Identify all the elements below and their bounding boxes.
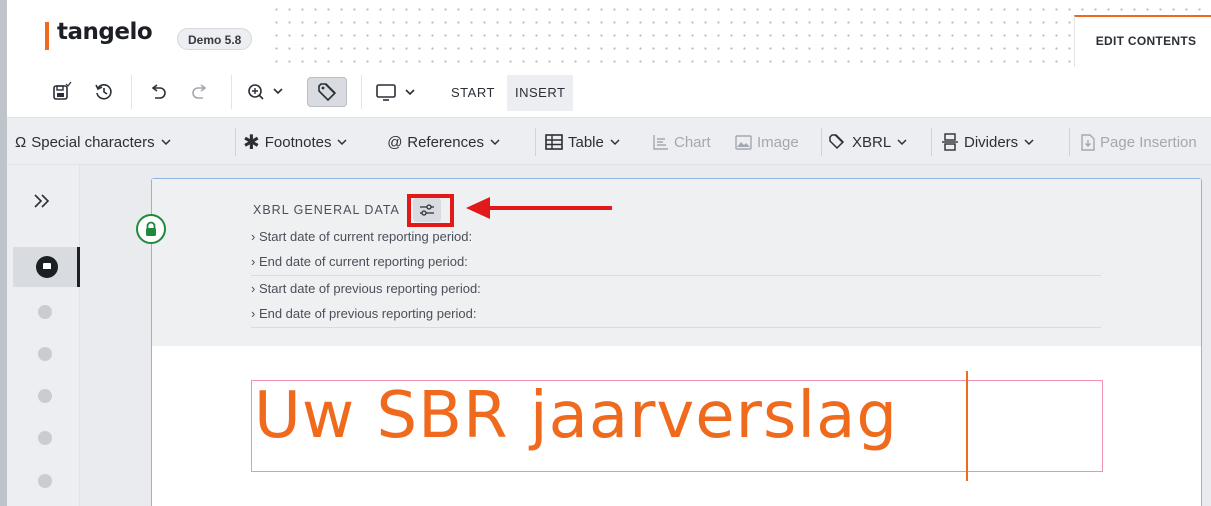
footnotes-button[interactable]: ✱ Footnotes xyxy=(243,118,348,166)
page-insertion-label: Page Insertion xyxy=(1100,133,1197,151)
table-icon xyxy=(545,134,563,150)
chart-label: Chart xyxy=(674,133,711,151)
chevron-down-icon xyxy=(490,139,500,146)
references-button[interactable]: @ References xyxy=(387,118,501,166)
app-header: tangelo Demo 5.8 EDIT CONTENTS xyxy=(7,0,1211,67)
chevron-down-icon xyxy=(161,139,171,146)
xbrl-button[interactable]: XBRL xyxy=(829,118,908,166)
page-insert-icon xyxy=(1081,133,1095,151)
toolbar-separator xyxy=(535,128,536,156)
version-badge: Demo 5.8 xyxy=(177,28,253,50)
page-nav-dot[interactable] xyxy=(38,305,52,319)
tab-insert[interactable]: INSERT xyxy=(507,75,574,111)
chevron-down-icon xyxy=(897,139,907,146)
insert-toolbar: Ω Special characters ✱ Footnotes @ Refer… xyxy=(7,117,1211,165)
divider-icon xyxy=(942,133,958,151)
link-icon: @ xyxy=(387,133,403,151)
dividers-button[interactable]: Dividers xyxy=(941,118,1035,166)
window-left-edge xyxy=(0,0,7,506)
xbrl-panel-title: XBRL GENERAL DATA xyxy=(253,203,400,217)
chart-icon xyxy=(653,135,668,150)
chart-button[interactable]: Chart xyxy=(653,118,711,166)
undo-icon[interactable] xyxy=(145,79,171,105)
monitor-icon[interactable] xyxy=(373,79,429,105)
page-navigator xyxy=(7,165,80,506)
history-icon[interactable] xyxy=(91,79,117,105)
field-previous-end[interactable]: › End date of previous reporting period: xyxy=(251,302,1101,328)
tag-icon xyxy=(829,134,845,150)
xbrl-general-data-panel: XBRL GENERAL DATA › Start date of curren… xyxy=(136,179,1201,346)
redo-icon[interactable] xyxy=(187,79,213,105)
toolbar-separator xyxy=(821,128,822,156)
dividers-label: Dividers xyxy=(964,133,1019,151)
special-characters-label: Special characters xyxy=(31,133,155,151)
document-title[interactable]: Uw SBR jaarverslag xyxy=(254,379,898,453)
asterisk-icon: ✱ xyxy=(243,131,260,154)
chevron-down-icon xyxy=(1024,139,1034,146)
field-current-start[interactable]: › Start date of current reporting period… xyxy=(251,225,1101,251)
toolbar-separator xyxy=(235,128,236,156)
page-nav-dot[interactable] xyxy=(38,474,52,488)
tab-start[interactable]: START xyxy=(443,75,503,111)
annotation-arrow xyxy=(466,197,612,219)
image-button[interactable]: Image xyxy=(735,118,799,166)
brand-logo-bar xyxy=(45,22,49,50)
toolbar-separator xyxy=(1069,128,1070,156)
toolbar-separator xyxy=(361,75,362,109)
chevron-down-icon xyxy=(610,139,620,146)
references-label: References xyxy=(407,133,484,151)
omega-icon: Ω xyxy=(15,133,27,151)
table-label: Table xyxy=(568,133,604,151)
document-page: XBRL GENERAL DATA › Start date of curren… xyxy=(136,178,1202,506)
page-nav-dot[interactable] xyxy=(38,347,52,361)
main-toolbar: START INSERT xyxy=(7,67,1211,117)
table-button[interactable]: Table xyxy=(545,118,621,166)
header-brand-area: tangelo Demo 5.8 xyxy=(7,0,267,67)
field-previous-start[interactable]: › Start date of previous reporting perio… xyxy=(251,277,1101,303)
toolbar-separator xyxy=(231,75,232,109)
page-nav-dot-active[interactable] xyxy=(36,256,58,278)
toolbar-separator xyxy=(931,128,932,156)
xbrl-label: XBRL xyxy=(852,133,892,151)
footnotes-label: Footnotes xyxy=(264,133,332,151)
image-icon xyxy=(735,134,752,150)
lock-icon[interactable] xyxy=(136,214,166,244)
brand-logo: tangelo xyxy=(57,19,153,45)
tab-edit-contents[interactable]: EDIT CONTENTS xyxy=(1074,15,1211,67)
page-nav-dot[interactable] xyxy=(38,431,52,445)
document-title-block[interactable]: Uw SBR jaarverslag xyxy=(251,371,1103,481)
tag-icon[interactable] xyxy=(307,77,347,107)
chevron-down-icon xyxy=(337,139,348,146)
toolbar-separator xyxy=(131,75,132,109)
image-label: Image xyxy=(757,133,799,151)
save-icon[interactable] xyxy=(49,79,75,105)
page-nav-dot[interactable] xyxy=(38,389,52,403)
page-insertion-button[interactable]: Page Insertion xyxy=(1081,118,1197,166)
text-cursor xyxy=(966,371,968,481)
special-characters-button[interactable]: Ω Special characters xyxy=(15,118,172,166)
zoom-icon[interactable] xyxy=(245,79,295,105)
expand-sidebar-icon[interactable] xyxy=(31,191,57,213)
highlight-box xyxy=(407,194,454,227)
field-current-end[interactable]: › End date of current reporting period: xyxy=(251,250,1101,276)
